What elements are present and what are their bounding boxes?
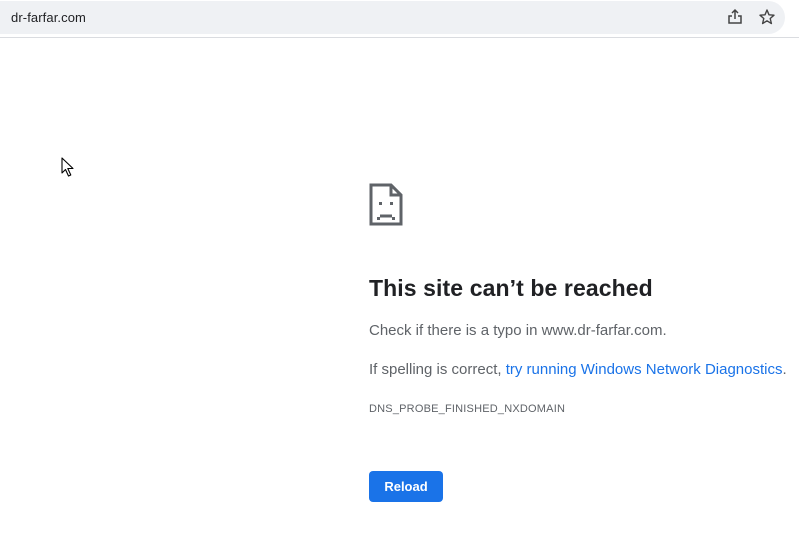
- sad-page-icon: [369, 183, 403, 226]
- omnibox[interactable]: [0, 1, 785, 34]
- spelling-suggestion: If spelling is correct, try running Wind…: [369, 361, 787, 378]
- typo-suggestion: Check if there is a typo in www.dr-farfa…: [369, 322, 667, 339]
- network-diagnostics-link[interactable]: try running Windows Network Diagnostics: [506, 361, 783, 378]
- bookmark-star-icon[interactable]: [758, 8, 776, 26]
- share-icon[interactable]: [726, 8, 744, 26]
- url-text[interactable]: dr-farfar.com: [11, 10, 86, 25]
- spelling-suggestion-prefix: If spelling is correct,: [369, 361, 506, 378]
- reload-button[interactable]: Reload: [369, 471, 443, 502]
- error-code: DNS_PROBE_FINISHED_NXDOMAIN: [369, 403, 566, 415]
- error-title: This site can’t be reached: [369, 275, 653, 301]
- spelling-suggestion-suffix: .: [782, 361, 787, 378]
- mouse-cursor-icon: [61, 157, 75, 178]
- address-bar: dr-farfar.com: [0, 0, 799, 38]
